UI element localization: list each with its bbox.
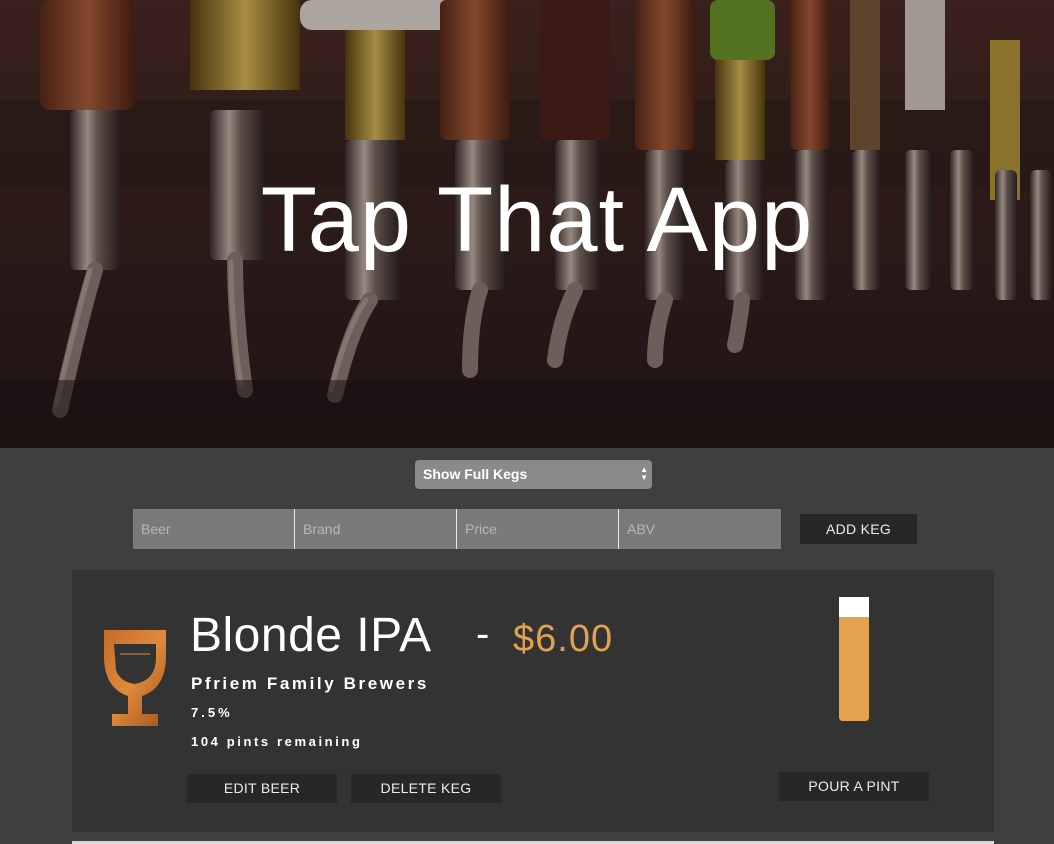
keg-card: Blonde IPA - $6.00 Pfriem Family Brewers… <box>72 570 994 832</box>
app-title: Tap That App <box>260 169 814 271</box>
sort-arrows-icon: ▲ ▼ <box>640 465 648 482</box>
delete-keg-button[interactable]: DELETE KEG <box>351 774 501 803</box>
brand-input[interactable]: Brand <box>295 509 457 549</box>
beer-price: $6.00 <box>513 618 614 660</box>
beer-glass-icon <box>104 630 166 726</box>
beer-name: Blonde IPA <box>190 609 432 662</box>
keg-filter-selected: Show Full Kegs <box>423 466 528 482</box>
name-price-separator: - <box>476 612 490 656</box>
keg-level-indicator <box>839 597 869 721</box>
pints-remaining: 104 pints remaining <box>191 734 363 749</box>
beer-brand: Pfriem Family Brewers <box>191 674 429 693</box>
add-keg-form: Beer Brand Price ABV <box>133 509 781 549</box>
edit-beer-button[interactable]: EDIT BEER <box>187 774 337 803</box>
beer-abv: 7.5% <box>191 705 233 720</box>
abv-input[interactable]: ABV <box>619 509 781 549</box>
beer-input[interactable]: Beer <box>133 509 295 549</box>
keg-filter-select[interactable]: Show Full Kegs ▲ ▼ <box>415 460 652 489</box>
add-keg-button[interactable]: ADD KEG <box>800 514 917 544</box>
keg-level-fill <box>839 617 869 721</box>
price-input[interactable]: Price <box>457 509 619 549</box>
hero-banner: Tap That App <box>0 0 1054 448</box>
pour-pint-button[interactable]: POUR A PINT <box>779 772 929 801</box>
